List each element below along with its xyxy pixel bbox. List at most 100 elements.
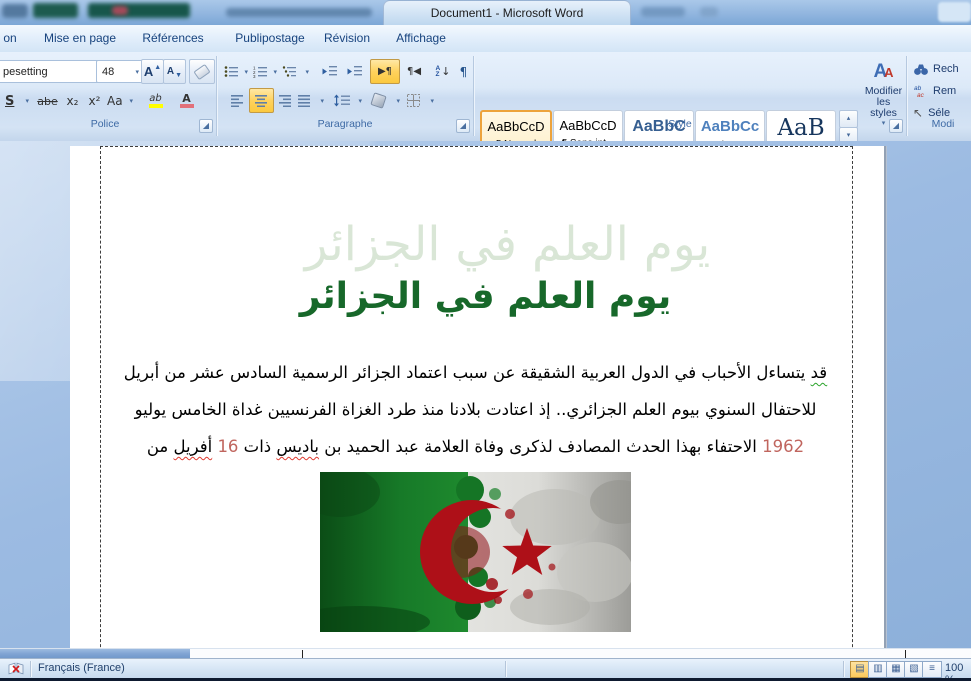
decrease-indent-button[interactable] <box>317 59 342 84</box>
subscript-button[interactable]: x₂ <box>61 88 84 114</box>
chevron-down-icon[interactable]: ▾ <box>355 97 365 105</box>
tab-mise-en-page[interactable]: Mise en page <box>30 31 130 45</box>
underline-button[interactable]: S ▾ <box>4 88 33 114</box>
view-fullscreen-reading-button[interactable]: ▥ <box>868 661 888 678</box>
wordart-reflection-title: يوم العلم في الجزائر <box>85 217 930 272</box>
tab-affichage[interactable]: Affichage <box>388 31 454 45</box>
chevron-down-icon[interactable]: ▾ <box>427 97 437 105</box>
chevron-down-icon[interactable]: ▾ <box>317 97 327 105</box>
view-draft-button[interactable]: ≡ <box>922 661 942 678</box>
justify-icon <box>298 94 311 107</box>
style-sample: AaBbCcD <box>554 118 622 133</box>
highlight-color-bar <box>149 104 163 108</box>
font-color-button[interactable]: A <box>172 88 201 114</box>
bullet-list-icon <box>224 65 238 78</box>
proofing-status-icon[interactable] <box>8 662 24 676</box>
blurred-tab-text <box>226 8 372 17</box>
find-button[interactable]: Rech <box>912 59 971 79</box>
replace-label: Rem <box>933 85 956 97</box>
paragraph-text[interactable]: الاحتفاء بهذا الحدث المصادف لذكرى وفاة ا… <box>319 437 762 456</box>
spellcheck-flagged-word[interactable]: باديس <box>276 437 319 456</box>
view-outline-button[interactable]: ▧ <box>904 661 924 678</box>
increase-indent-button[interactable] <box>342 59 367 84</box>
align-right-button[interactable] <box>273 88 298 113</box>
style-gallery-up-button[interactable]: ▴ <box>839 110 858 128</box>
font-size-combobox[interactable]: 48 ▾ <box>96 60 143 83</box>
change-case-icon: Aa <box>107 94 123 108</box>
chevron-down-icon[interactable]: ▾ <box>393 97 403 105</box>
algerian-flag-graphic <box>320 472 631 632</box>
chevron-down-icon[interactable]: ▾ <box>879 119 889 127</box>
blurred-tab-text <box>641 7 685 17</box>
language-status[interactable]: Français (France) <box>38 662 125 674</box>
change-case-button[interactable]: Aa ▾ <box>106 88 137 114</box>
style-dialog-launcher[interactable]: ◢ <box>889 119 903 133</box>
bullets-button[interactable]: ▾ <box>223 59 252 84</box>
tab-publipostage[interactable]: Publipostage <box>224 31 316 45</box>
blurred-tab-blob <box>33 3 78 18</box>
multilevel-list-button[interactable]: ▾ <box>281 59 313 84</box>
align-left-button[interactable] <box>225 88 250 113</box>
shrink-font-button[interactable]: A ▼ <box>163 59 186 84</box>
algerian-flag-image[interactable] <box>320 472 631 632</box>
paragraph-line-3[interactable]: 1962 الاحتفاء بهذا الحدث المصادف لذكرى و… <box>100 428 851 466</box>
paragraph-text[interactable]: ذات <box>238 437 276 456</box>
increase-indent-icon <box>347 65 362 78</box>
line-spacing-button[interactable]: ▾ <box>333 88 366 113</box>
underline-icon: S <box>5 94 14 109</box>
view-web-layout-button[interactable]: ▦ <box>886 661 906 678</box>
grow-font-button[interactable]: A ▲ <box>141 59 164 84</box>
ltr-paragraph-icon: ▶¶ <box>378 66 392 77</box>
numbering-button[interactable]: 123 ▾ <box>252 59 281 84</box>
document-title-arabic[interactable]: يوم العلم في الجزائر <box>63 276 908 317</box>
view-print-layout-button[interactable]: ▤ <box>850 661 870 678</box>
tab-references[interactable]: Références <box>133 31 213 45</box>
chevron-down-icon[interactable]: ▾ <box>302 68 312 76</box>
align-right-icon <box>279 94 292 107</box>
shading-button[interactable]: ▾ <box>371 88 404 113</box>
day-number[interactable]: 16 <box>217 437 238 456</box>
eraser-icon <box>193 63 210 79</box>
font-dialog-launcher[interactable]: ◢ <box>199 119 213 133</box>
rtl-paragraph-icon: ¶◀ <box>407 66 421 77</box>
status-divider <box>843 661 844 677</box>
paragraph-line-2[interactable]: للاحتفال السنوي بيوم العلم الجزائري.. إذ… <box>100 391 851 429</box>
paragraph-text[interactable]: يتساءل الأحباب في الدول العربية الشقيقة … <box>124 363 811 382</box>
tab-insertion-partial[interactable]: on <box>0 31 20 45</box>
find-label: Rech <box>933 63 959 75</box>
grammar-flagged-word[interactable]: قد <box>811 363 828 382</box>
sort-button[interactable]: AZ ↓ <box>430 59 456 84</box>
spellcheck-flagged-word[interactable]: أفريل <box>174 437 213 456</box>
align-center-button[interactable] <box>249 88 274 113</box>
superscript-button[interactable]: x² <box>83 88 106 114</box>
svg-text:ab: ab <box>914 85 922 92</box>
replace-icon: abac <box>913 84 929 98</box>
decrease-indent-icon <box>322 65 337 78</box>
ribbon-tab-row: on Mise en page Références Publipostage … <box>0 25 971 52</box>
paragraph-text[interactable]: من <box>147 437 174 456</box>
chevron-down-icon[interactable]: ▾ <box>241 68 251 76</box>
group-label-modification: Modi <box>915 118 971 130</box>
grow-font-icon: A <box>144 64 153 79</box>
style-sample: AaB <box>767 115 835 141</box>
year-number[interactable]: 1962 <box>762 437 804 456</box>
borders-button[interactable]: ▾ <box>406 88 438 113</box>
chevron-down-icon[interactable]: ▾ <box>22 97 32 105</box>
text-highlight-button[interactable]: ab <box>140 88 171 114</box>
text-direction-ltr-button[interactable]: ▶¶ <box>370 59 400 84</box>
paragraph-text[interactable]: للاحتفال السنوي بيوم العلم الجزائري.. إذ… <box>135 400 817 419</box>
chevron-down-icon[interactable]: ▾ <box>126 97 136 105</box>
document-window-tab[interactable]: Document1 - Microsoft Word <box>383 0 631 26</box>
status-divider <box>505 661 506 677</box>
font-color-bar <box>180 104 194 108</box>
strikethrough-button[interactable]: abe <box>34 88 61 114</box>
chevron-down-icon[interactable]: ▾ <box>270 68 280 76</box>
clear-formatting-button[interactable] <box>189 59 215 84</box>
justify-button[interactable]: ▾ <box>297 88 328 113</box>
show-hide-marks-button[interactable]: ¶ <box>454 59 473 84</box>
text-direction-rtl-button[interactable]: ¶◀ <box>400 59 428 84</box>
paragraph-dialog-launcher[interactable]: ◢ <box>456 119 470 133</box>
paragraph-line-1[interactable]: قد يتساءل الأحباب في الدول العربية الشقي… <box>100 354 851 392</box>
replace-button[interactable]: abac Rem <box>912 81 971 101</box>
tab-revision[interactable]: Révision <box>316 31 378 45</box>
